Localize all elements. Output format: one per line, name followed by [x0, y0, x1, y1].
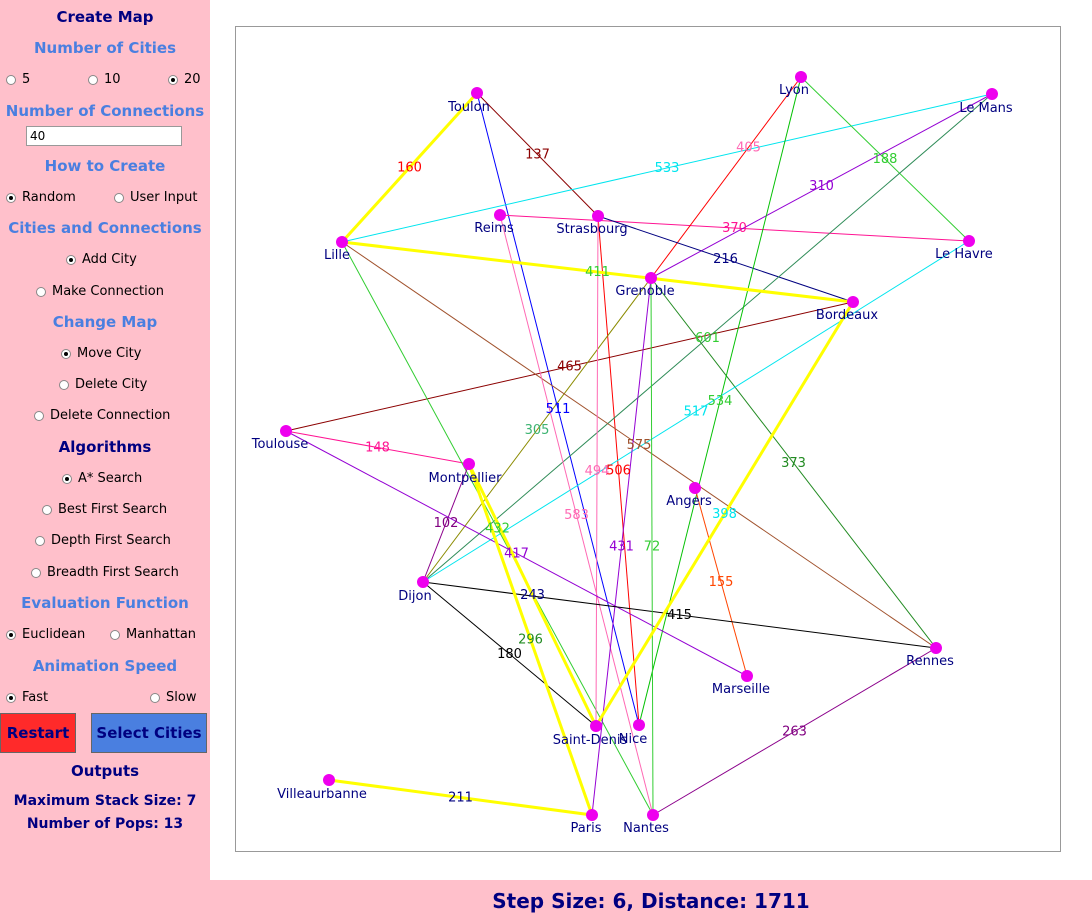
edge-weight-label: 534	[708, 394, 733, 409]
edge-weight-label: 263	[782, 725, 807, 740]
edge-weight-label: 601	[695, 331, 720, 346]
edge	[650, 76, 802, 279]
city-node[interactable]	[463, 458, 475, 470]
edge-weight-label: 310	[809, 179, 834, 194]
edge-weight-label: 506	[606, 464, 631, 479]
status-bar: Step Size: 6, Distance: 1711	[492, 889, 810, 913]
edge-weight-label: 305	[525, 423, 550, 438]
city-label: Strasbourg	[556, 222, 627, 237]
edge-weight-label: 188	[873, 152, 898, 167]
city-label: Nantes	[623, 821, 669, 836]
edge-weight-label: 583	[564, 508, 589, 523]
city-label: Reims	[474, 221, 514, 236]
city-node[interactable]	[471, 87, 483, 99]
city-label: Le Havre	[935, 247, 993, 262]
edge-weight-label: 432	[485, 522, 510, 537]
edge-weight-label: 243	[520, 588, 545, 603]
edge-weight-label: 575	[627, 438, 652, 453]
city-node[interactable]	[633, 719, 645, 731]
edge-weight-label: 373	[781, 456, 806, 471]
city-node[interactable]	[417, 576, 429, 588]
city-label: Marseille	[712, 682, 770, 697]
edge-weight-label: 155	[709, 575, 734, 590]
city-node[interactable]	[647, 809, 659, 821]
city-label: Bordeaux	[816, 308, 878, 323]
city-label: Lille	[324, 248, 350, 263]
city-label: Lyon	[779, 83, 809, 98]
city-label: Le Mans	[959, 101, 1013, 116]
city-node[interactable]	[592, 210, 604, 222]
city-node[interactable]	[336, 236, 348, 248]
edge-weight-label: 405	[736, 140, 761, 155]
edge-weight-label: 465	[557, 360, 582, 375]
city-node[interactable]	[795, 71, 807, 83]
city-node[interactable]	[689, 482, 701, 494]
city-label: Angers	[666, 494, 712, 509]
city-label: Villeaurbanne	[277, 787, 367, 802]
edge-weight-label: 411	[585, 265, 610, 280]
city-node[interactable]	[930, 642, 942, 654]
edge-weight-label: 180	[497, 647, 522, 662]
edge-weight-label: 533	[655, 161, 680, 176]
city-label: Montpellier	[429, 471, 503, 486]
edge-weight-label: 148	[365, 441, 390, 456]
city-label: Rennes	[906, 654, 954, 669]
edge-weight-label: 216	[713, 252, 738, 267]
city-node[interactable]	[590, 720, 602, 732]
city-node[interactable]	[494, 209, 506, 221]
edge-weight-label: 417	[504, 547, 529, 562]
city-label: Nice	[619, 732, 647, 747]
edge-weight-label: 415	[667, 608, 692, 623]
city-node[interactable]	[847, 296, 859, 308]
city-label: Toulon	[447, 100, 490, 115]
edge-weight-label: 211	[448, 791, 473, 806]
city-label: Toulouse	[251, 437, 309, 452]
city-label: Dijon	[398, 589, 431, 604]
city-node[interactable]	[586, 809, 598, 821]
graph-svg: 160 137 511 533 370 188 405 310 216 411 506 465 601 3…	[251, 71, 1013, 836]
city-label: Paris	[571, 821, 602, 836]
edge-weight-label: 517	[684, 405, 709, 420]
edge-weight-label: 494	[585, 464, 610, 479]
edge-weight-label: 160	[397, 161, 422, 176]
edge-weight-label: 296	[518, 633, 543, 648]
city-node[interactable]	[741, 670, 753, 682]
edge-weight-label: 137	[525, 148, 550, 163]
edge-weight-label: 431	[609, 540, 634, 555]
city-node[interactable]	[986, 88, 998, 100]
city-node[interactable]	[280, 425, 292, 437]
city-label: Grenoble	[615, 284, 674, 299]
edge-weight-label: 72	[644, 540, 661, 555]
city-label: Saint-Denis	[553, 733, 628, 748]
city-node[interactable]	[645, 272, 657, 284]
city-node[interactable]	[963, 235, 975, 247]
edge-weight-label: 398	[712, 507, 737, 522]
edge-weight-label: 370	[722, 221, 747, 236]
city-node[interactable]	[323, 774, 335, 786]
edge-weight-label: 511	[546, 402, 571, 417]
edge-weight-label: 102	[434, 516, 459, 531]
